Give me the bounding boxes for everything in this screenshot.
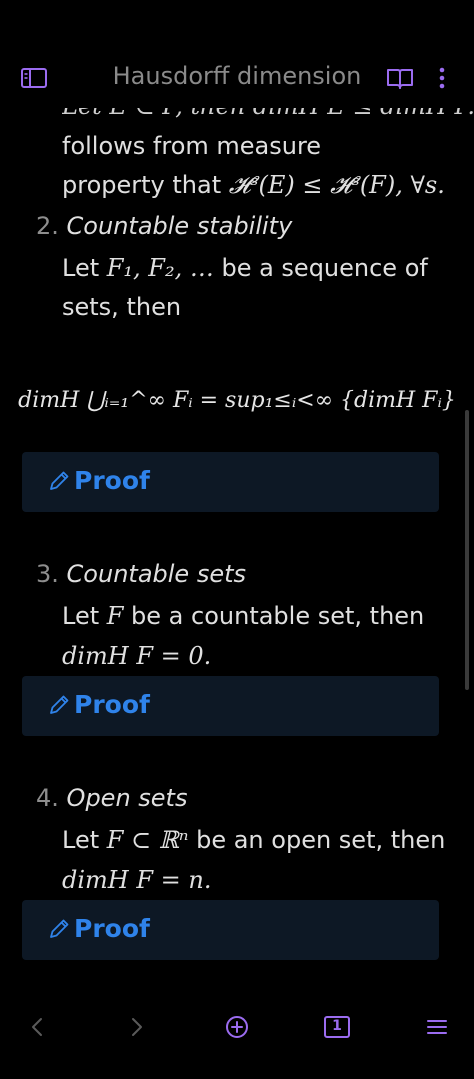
tabs-count: 1 [332,1018,342,1034]
cut-off-line: Let E ⊂ F, then dimH E ≤ dimH F. It [62,96,474,120]
list-item-heading: 4. Open sets [36,784,188,812]
proof-callout[interactable]: Proof [22,676,439,736]
new-note-icon[interactable] [222,1012,252,1042]
text-line: Let F be a countable set, then [62,602,425,630]
pencil-icon [50,695,69,714]
proof-label: Proof [74,690,150,719]
math-inline: dimH F = 0. [62,642,212,670]
math-inline: dimH F = n. [62,866,212,894]
text-line: property that 𝓗ˢ(E) ≤ 𝓗ˢ(F), ∀s. [62,171,445,199]
proof-label: Proof [74,466,150,495]
math-inline: F ⊂ ℝⁿ [106,826,189,854]
math-inline: 𝓗ˢ(E) ≤ 𝓗ˢ(F), ∀s. [228,171,445,199]
text-line: sets, then [62,293,182,321]
tabs-count-icon[interactable]: 1 [322,1012,352,1042]
note-content: Let E ⊂ F, then dimH E ≤ dimH F. It foll… [0,96,474,996]
pencil-icon [50,471,69,490]
list-item-heading: 2. Countable stability [36,212,293,240]
proof-callout[interactable]: Proof [22,452,439,512]
more-options-icon[interactable] [428,66,456,90]
back-icon[interactable] [22,1012,52,1042]
math-inline: F [106,602,124,630]
reading-mode-book-icon[interactable] [386,66,414,90]
menu-icon[interactable] [422,1012,452,1042]
math-display-formula: dimH ⋃ᵢ₌₁^∞ Fᵢ = sup₁≤ᵢ<∞ {dimH Fᵢ} [18,388,456,413]
proof-callout[interactable]: Proof [22,900,439,960]
text-line: Let F₁, F₂, … be a sequence of [62,254,428,282]
forward-icon[interactable] [122,1012,152,1042]
bottom-toolbar: 1 [0,1000,474,1056]
scrollbar[interactable] [465,410,469,690]
text-line: follows from measure [62,132,322,160]
math-inline: F₁, F₂, … [106,254,214,282]
text-line: Let F ⊂ ℝⁿ be an open set, then [62,826,446,854]
list-item-heading: 3. Countable sets [36,560,247,588]
pencil-icon [50,919,69,938]
proof-label: Proof [74,914,150,943]
